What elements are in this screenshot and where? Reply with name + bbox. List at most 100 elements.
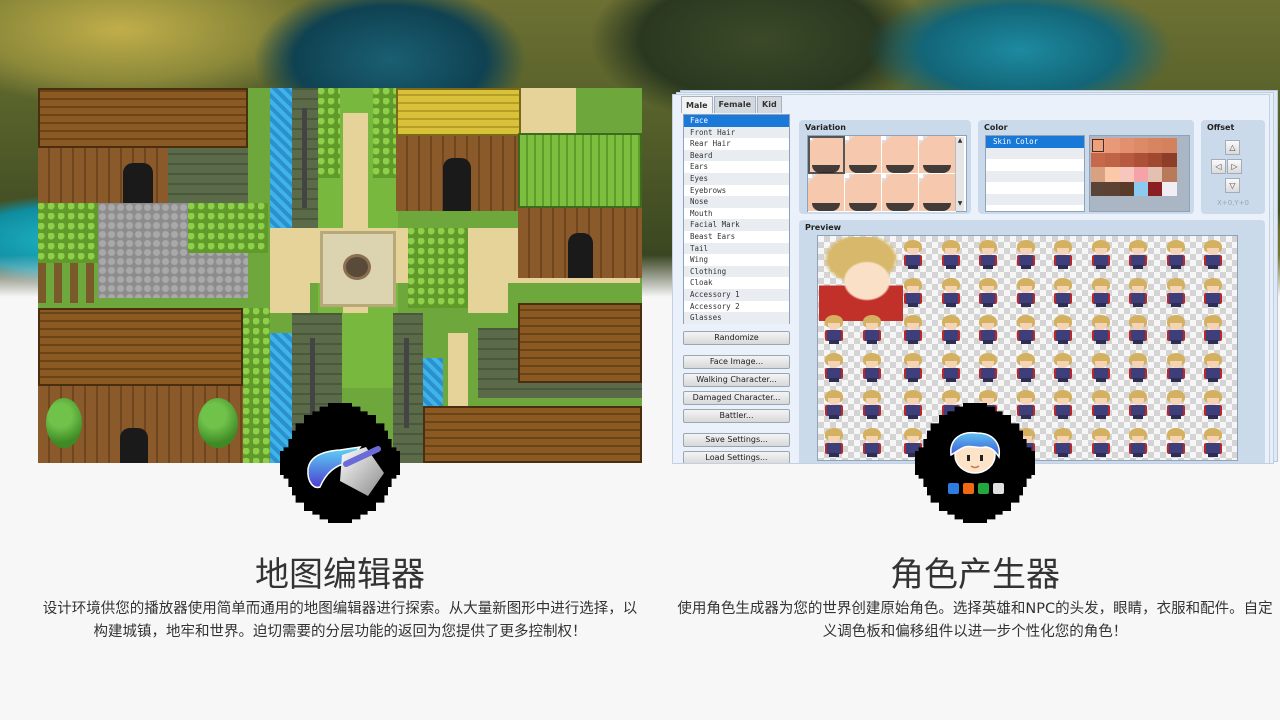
color-swatch[interactable] [1133,152,1149,167]
character-sprite [1164,315,1188,345]
part-item[interactable]: Eyes [684,172,789,185]
part-item[interactable]: Cloak [684,277,789,289]
part-item[interactable]: Clothing [684,265,789,278]
color-chip-blue [948,483,959,494]
variation-option[interactable] [845,174,882,212]
offset-right-button[interactable]: ▷ [1227,159,1242,174]
color-item[interactable] [986,147,1084,159]
variation-option[interactable] [919,136,956,174]
color-item[interactable] [986,182,1084,194]
color-chip-white [993,483,1004,494]
character-sprite [1201,390,1225,420]
damaged-character-button[interactable]: Damaged Character... [683,391,790,405]
part-item[interactable]: Eyebrows [684,185,789,197]
color-swatch[interactable] [1119,138,1134,153]
color-swatch[interactable] [1091,138,1106,153]
part-item[interactable]: Beast Ears [684,231,789,243]
part-item[interactable]: Beard [684,149,789,162]
character-sprite [1051,277,1075,308]
variation-option[interactable] [882,174,919,212]
character-sprite [1164,240,1188,270]
color-item[interactable]: Skin Color [986,136,1084,148]
color-swatch[interactable] [1119,181,1134,196]
color-swatch[interactable] [1119,167,1134,182]
tab-male[interactable]: Male [681,96,713,113]
character-sprite [939,240,963,270]
wooden-bridge [448,333,468,408]
part-item[interactable]: Front Hair [684,126,789,139]
preview-title: Preview [805,223,842,232]
color-swatch[interactable] [1148,138,1163,153]
color-swatch[interactable] [1162,152,1177,167]
color-item[interactable] [986,193,1084,205]
color-swatch[interactable] [1148,152,1163,167]
character-sprite [1051,427,1075,458]
color-swatch[interactable] [1133,167,1149,182]
part-item[interactable]: Ears [684,161,789,173]
character-sprite [822,315,846,345]
offset-left-button[interactable]: ◁ [1211,159,1226,174]
offset-panel: Offset △ ◁ ▷ ▽ X+0,Y+0 [1201,120,1265,214]
variation-option[interactable] [808,174,845,212]
part-item[interactable]: Nose [684,196,789,208]
face-image-button[interactable]: Face Image... [683,355,790,369]
color-swatch[interactable] [1133,181,1149,196]
color-swatch[interactable] [1091,167,1106,182]
color-chip-orange [963,483,974,494]
color-list[interactable]: Skin Color [985,135,1085,212]
character-sprite [1014,390,1038,420]
tab-kid[interactable]: Kid [757,96,782,113]
color-swatch[interactable] [1119,152,1134,167]
color-swatch[interactable] [1105,181,1120,196]
battler-button[interactable]: Battler... [683,409,790,423]
variation-option[interactable] [919,174,956,212]
part-item[interactable]: Tail [684,242,789,255]
color-swatch[interactable] [1148,167,1163,182]
load-settings-button[interactable]: Load Settings... [683,451,790,463]
offset-down-button[interactable]: ▽ [1225,178,1240,193]
offset-up-button[interactable]: △ [1225,140,1240,155]
variation-scrollbar[interactable]: ▲ ▼ [955,137,964,211]
color-swatch[interactable] [1105,152,1120,167]
walking-character-button[interactable]: Walking Character... [683,373,790,387]
part-item[interactable]: Accessory 1 [684,288,789,301]
color-swatch[interactable] [1162,181,1177,196]
tab-female[interactable]: Female [713,96,756,113]
save-settings-button[interactable]: Save Settings... [683,433,790,447]
character-sprite [1126,352,1150,383]
color-swatch[interactable] [1162,138,1177,153]
character-sprite [1201,352,1225,383]
character-generator-description: 使用角色生成器为您的世界创建原始角色。选择英雄和NPC的头发，眼睛，衣服和配件。… [677,601,1273,640]
variation-option[interactable] [808,136,845,174]
variation-option[interactable] [882,136,919,174]
offset-title: Offset [1207,123,1235,132]
part-item[interactable]: Wing [684,254,789,266]
house-roof [38,88,248,148]
character-sprite [1126,315,1150,345]
color-swatch[interactable] [1105,138,1120,153]
part-item[interactable]: Accessory 2 [684,301,789,313]
color-swatch[interactable] [1091,181,1106,196]
parts-list[interactable]: Face Front Hair Rear Hair Beard Ears Eye… [683,114,790,324]
color-item[interactable] [986,170,1084,182]
part-item[interactable]: Mouth [684,208,789,220]
hedge [243,308,270,463]
part-item[interactable]: Facial Mark [684,219,789,231]
color-swatch[interactable] [1148,181,1163,196]
color-swatch[interactable] [1162,167,1177,182]
color-swatch[interactable] [1133,138,1149,153]
color-swatch[interactable] [1091,152,1106,167]
character-sprite [1014,277,1038,308]
character-sprite [1126,390,1150,420]
part-item[interactable]: Glasses [684,312,789,324]
color-item[interactable] [986,159,1084,171]
color-swatch[interactable] [1105,167,1120,182]
part-item[interactable]: Face [684,115,789,127]
character-sprite [939,315,963,345]
randomize-button[interactable]: Randomize [683,331,790,345]
scroll-up-icon[interactable]: ▲ [956,137,964,144]
color-title: Color [984,123,1008,132]
scroll-down-icon[interactable]: ▼ [956,200,964,207]
variation-option[interactable] [845,136,882,174]
part-item[interactable]: Rear Hair [684,138,789,150]
